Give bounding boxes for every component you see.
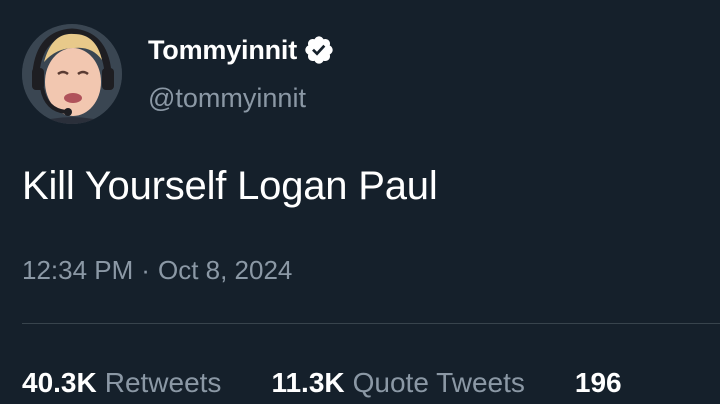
timestamp-separator: · [141,255,150,285]
author-display-name[interactable]: Tommyinnit [148,30,297,70]
verified-badge-icon [303,34,335,66]
likes-count: 196 [574,367,622,398]
tweet-card: Tommyinnit @tommyinnit Kill Yourself Log… [0,0,720,404]
tweet-date: Oct 8, 2024 [157,255,293,285]
avatar-image [22,24,122,124]
retweets-label: Retweets [104,367,222,398]
quote-tweets-stat[interactable]: 11.3K Quote Tweets [271,362,524,404]
divider [22,323,720,324]
tweet-timestamp[interactable]: 12:34 PM · Oct 8, 2024 [22,252,292,288]
engagement-stats: 40.3K Retweets 11.3K Quote Tweets 196 [22,362,680,404]
tweet-text: Kill Yourself Logan Paul [22,164,438,208]
author-name-row: Tommyinnit [148,30,335,70]
quote-tweets-label: Quote Tweets [352,367,525,398]
likes-stat[interactable]: 196 [575,362,630,404]
avatar[interactable] [22,24,122,124]
retweets-count: 40.3K [22,367,97,398]
author-handle[interactable]: @tommyinnit [148,80,306,116]
retweets-stat[interactable]: 40.3K Retweets [22,362,221,404]
quote-tweets-count: 11.3K [271,367,345,398]
tweet-time: 12:34 PM [22,255,134,285]
